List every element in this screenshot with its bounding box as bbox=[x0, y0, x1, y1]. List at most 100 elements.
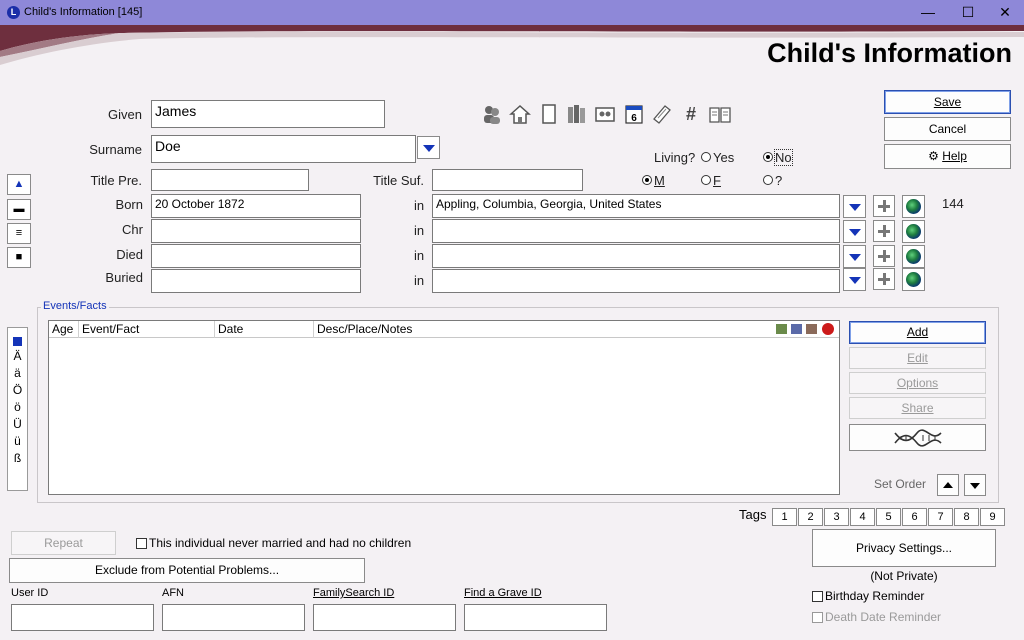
col-notes-icon bbox=[806, 324, 817, 334]
title-suf-label: Title Suf. bbox=[373, 173, 424, 188]
events-table-header: Age Event/Fact Date Desc/Place/Notes bbox=[49, 321, 839, 338]
tag-4[interactable]: 4 bbox=[850, 508, 875, 526]
buried-place-dropdown-button[interactable] bbox=[843, 268, 866, 291]
minimize-button[interactable]: — bbox=[913, 3, 943, 22]
hash-icon[interactable]: # bbox=[680, 103, 702, 125]
tag-5[interactable]: 5 bbox=[876, 508, 901, 526]
buried-date-input[interactable] bbox=[151, 269, 361, 293]
events-facts-table[interactable]: Age Event/Fact Date Desc/Place/Notes bbox=[48, 320, 840, 495]
born-place-dropdown-button[interactable] bbox=[843, 195, 866, 218]
special-char-toggle-icon[interactable] bbox=[13, 337, 22, 346]
living-yes-radio[interactable] bbox=[701, 152, 711, 162]
title-pre-input[interactable] bbox=[151, 169, 309, 191]
buried-globe-button[interactable] bbox=[902, 268, 925, 291]
sex-unknown-radio[interactable] bbox=[763, 175, 773, 185]
special-char-item[interactable]: ü bbox=[8, 433, 27, 450]
book-icon[interactable] bbox=[708, 103, 731, 125]
surname-dropdown-button[interactable] bbox=[417, 136, 440, 159]
note-icon[interactable] bbox=[538, 103, 560, 125]
exclude-problems-button[interactable]: Exclude from Potential Problems... bbox=[9, 558, 365, 583]
special-char-item[interactable]: Ö bbox=[8, 382, 27, 399]
cancel-button[interactable]: Cancel bbox=[884, 117, 1011, 141]
set-order-down-button[interactable] bbox=[964, 474, 986, 496]
share-button[interactable]: Share bbox=[849, 397, 986, 419]
col-date[interactable]: Date bbox=[218, 322, 243, 336]
close-button[interactable]: ✕ bbox=[990, 3, 1020, 22]
user-id-input[interactable] bbox=[11, 604, 154, 631]
save-button-label: Save bbox=[933, 95, 962, 109]
living-no-radio[interactable] bbox=[763, 152, 773, 162]
house-icon[interactable] bbox=[509, 103, 531, 125]
help-button[interactable]: ⚙ Help bbox=[884, 144, 1011, 169]
tag-1[interactable]: 1 bbox=[772, 508, 797, 526]
special-char-item[interactable]: Ä bbox=[8, 348, 27, 365]
tag-8[interactable]: 8 bbox=[954, 508, 979, 526]
tag-9[interactable]: 9 bbox=[980, 508, 1005, 526]
save-button[interactable]: Save bbox=[884, 90, 1011, 114]
move-up-button[interactable]: ▲ bbox=[7, 174, 31, 195]
buried-place-input[interactable] bbox=[432, 269, 840, 293]
born-label: Born bbox=[115, 197, 143, 212]
title-suf-input[interactable] bbox=[432, 169, 583, 191]
find-a-grave-id-link[interactable]: Find a Grave ID bbox=[464, 587, 542, 599]
calendar-icon-text: 6 bbox=[631, 113, 637, 124]
options-button[interactable]: Options bbox=[849, 372, 986, 394]
calendar-icon[interactable]: 6 bbox=[623, 103, 645, 125]
picture-icon[interactable] bbox=[594, 103, 616, 125]
born-date-input[interactable]: 20 October 1872 bbox=[151, 194, 361, 218]
chr-place-dropdown-button[interactable] bbox=[843, 220, 866, 243]
afn-input[interactable] bbox=[162, 604, 305, 631]
born-place-input[interactable]: Appling, Columbia, Georgia, United State… bbox=[432, 194, 840, 218]
special-char-item[interactable]: Ü bbox=[8, 416, 27, 433]
add-fact-button[interactable]: Add bbox=[849, 321, 986, 344]
add-fact-button-label: Add bbox=[906, 325, 929, 339]
dna-button[interactable] bbox=[849, 424, 986, 451]
given-input[interactable]: James bbox=[151, 100, 385, 128]
tag-2[interactable]: 2 bbox=[798, 508, 823, 526]
tag-6[interactable]: 6 bbox=[902, 508, 927, 526]
tag-7[interactable]: 7 bbox=[928, 508, 953, 526]
chr-add-place-button[interactable] bbox=[873, 220, 895, 242]
sex-f-radio[interactable] bbox=[701, 175, 711, 185]
scroll-icon[interactable] bbox=[651, 103, 673, 125]
window-title: Child's Information [145] bbox=[24, 6, 143, 18]
repeat-button[interactable]: Repeat bbox=[11, 531, 116, 555]
born-globe-button[interactable] bbox=[902, 195, 925, 218]
sex-unknown-label: ? bbox=[775, 173, 783, 188]
edit-fact-button[interactable]: Edit bbox=[849, 347, 986, 369]
books-icon[interactable] bbox=[566, 103, 588, 125]
special-char-item[interactable]: ß bbox=[8, 450, 27, 467]
died-place-dropdown-button[interactable] bbox=[843, 245, 866, 268]
buried-add-place-button[interactable] bbox=[873, 268, 895, 290]
col-desc-place-notes[interactable]: Desc/Place/Notes bbox=[317, 322, 412, 336]
died-add-place-button[interactable] bbox=[873, 245, 895, 267]
maximize-button[interactable]: ☐ bbox=[953, 3, 983, 22]
col-age[interactable]: Age bbox=[52, 322, 73, 336]
death-reminder-checkbox[interactable] bbox=[812, 612, 823, 623]
familysearch-id-input[interactable] bbox=[313, 604, 456, 631]
special-char-item[interactable]: ä bbox=[8, 365, 27, 382]
buried-in-label: in bbox=[414, 273, 425, 288]
view-list-button[interactable]: ≡ bbox=[7, 223, 31, 244]
chr-place-input[interactable] bbox=[432, 219, 840, 243]
died-place-input[interactable] bbox=[432, 244, 840, 268]
tag-3[interactable]: 3 bbox=[824, 508, 849, 526]
born-add-place-button[interactable] bbox=[873, 195, 895, 217]
birthday-reminder-checkbox[interactable] bbox=[812, 591, 823, 602]
familysearch-id-link[interactable]: FamilySearch ID bbox=[313, 587, 394, 599]
chr-date-input[interactable] bbox=[151, 219, 361, 243]
special-char-item[interactable]: ö bbox=[8, 399, 27, 416]
died-globe-button[interactable] bbox=[902, 245, 925, 268]
died-date-input[interactable] bbox=[151, 244, 361, 268]
col-event-fact[interactable]: Event/Fact bbox=[82, 322, 139, 336]
view-full-button[interactable]: ■ bbox=[7, 247, 31, 268]
sex-m-radio[interactable] bbox=[642, 175, 652, 185]
surname-input[interactable]: Doe bbox=[151, 135, 416, 163]
find-a-grave-id-input[interactable] bbox=[464, 604, 607, 631]
view-compact-button[interactable]: ▬ bbox=[7, 199, 31, 220]
people-icon[interactable] bbox=[481, 103, 503, 125]
never-married-checkbox[interactable] bbox=[136, 538, 147, 549]
privacy-settings-button[interactable]: Privacy Settings... bbox=[812, 529, 996, 567]
chr-globe-button[interactable] bbox=[902, 220, 925, 243]
set-order-up-button[interactable] bbox=[937, 474, 959, 496]
